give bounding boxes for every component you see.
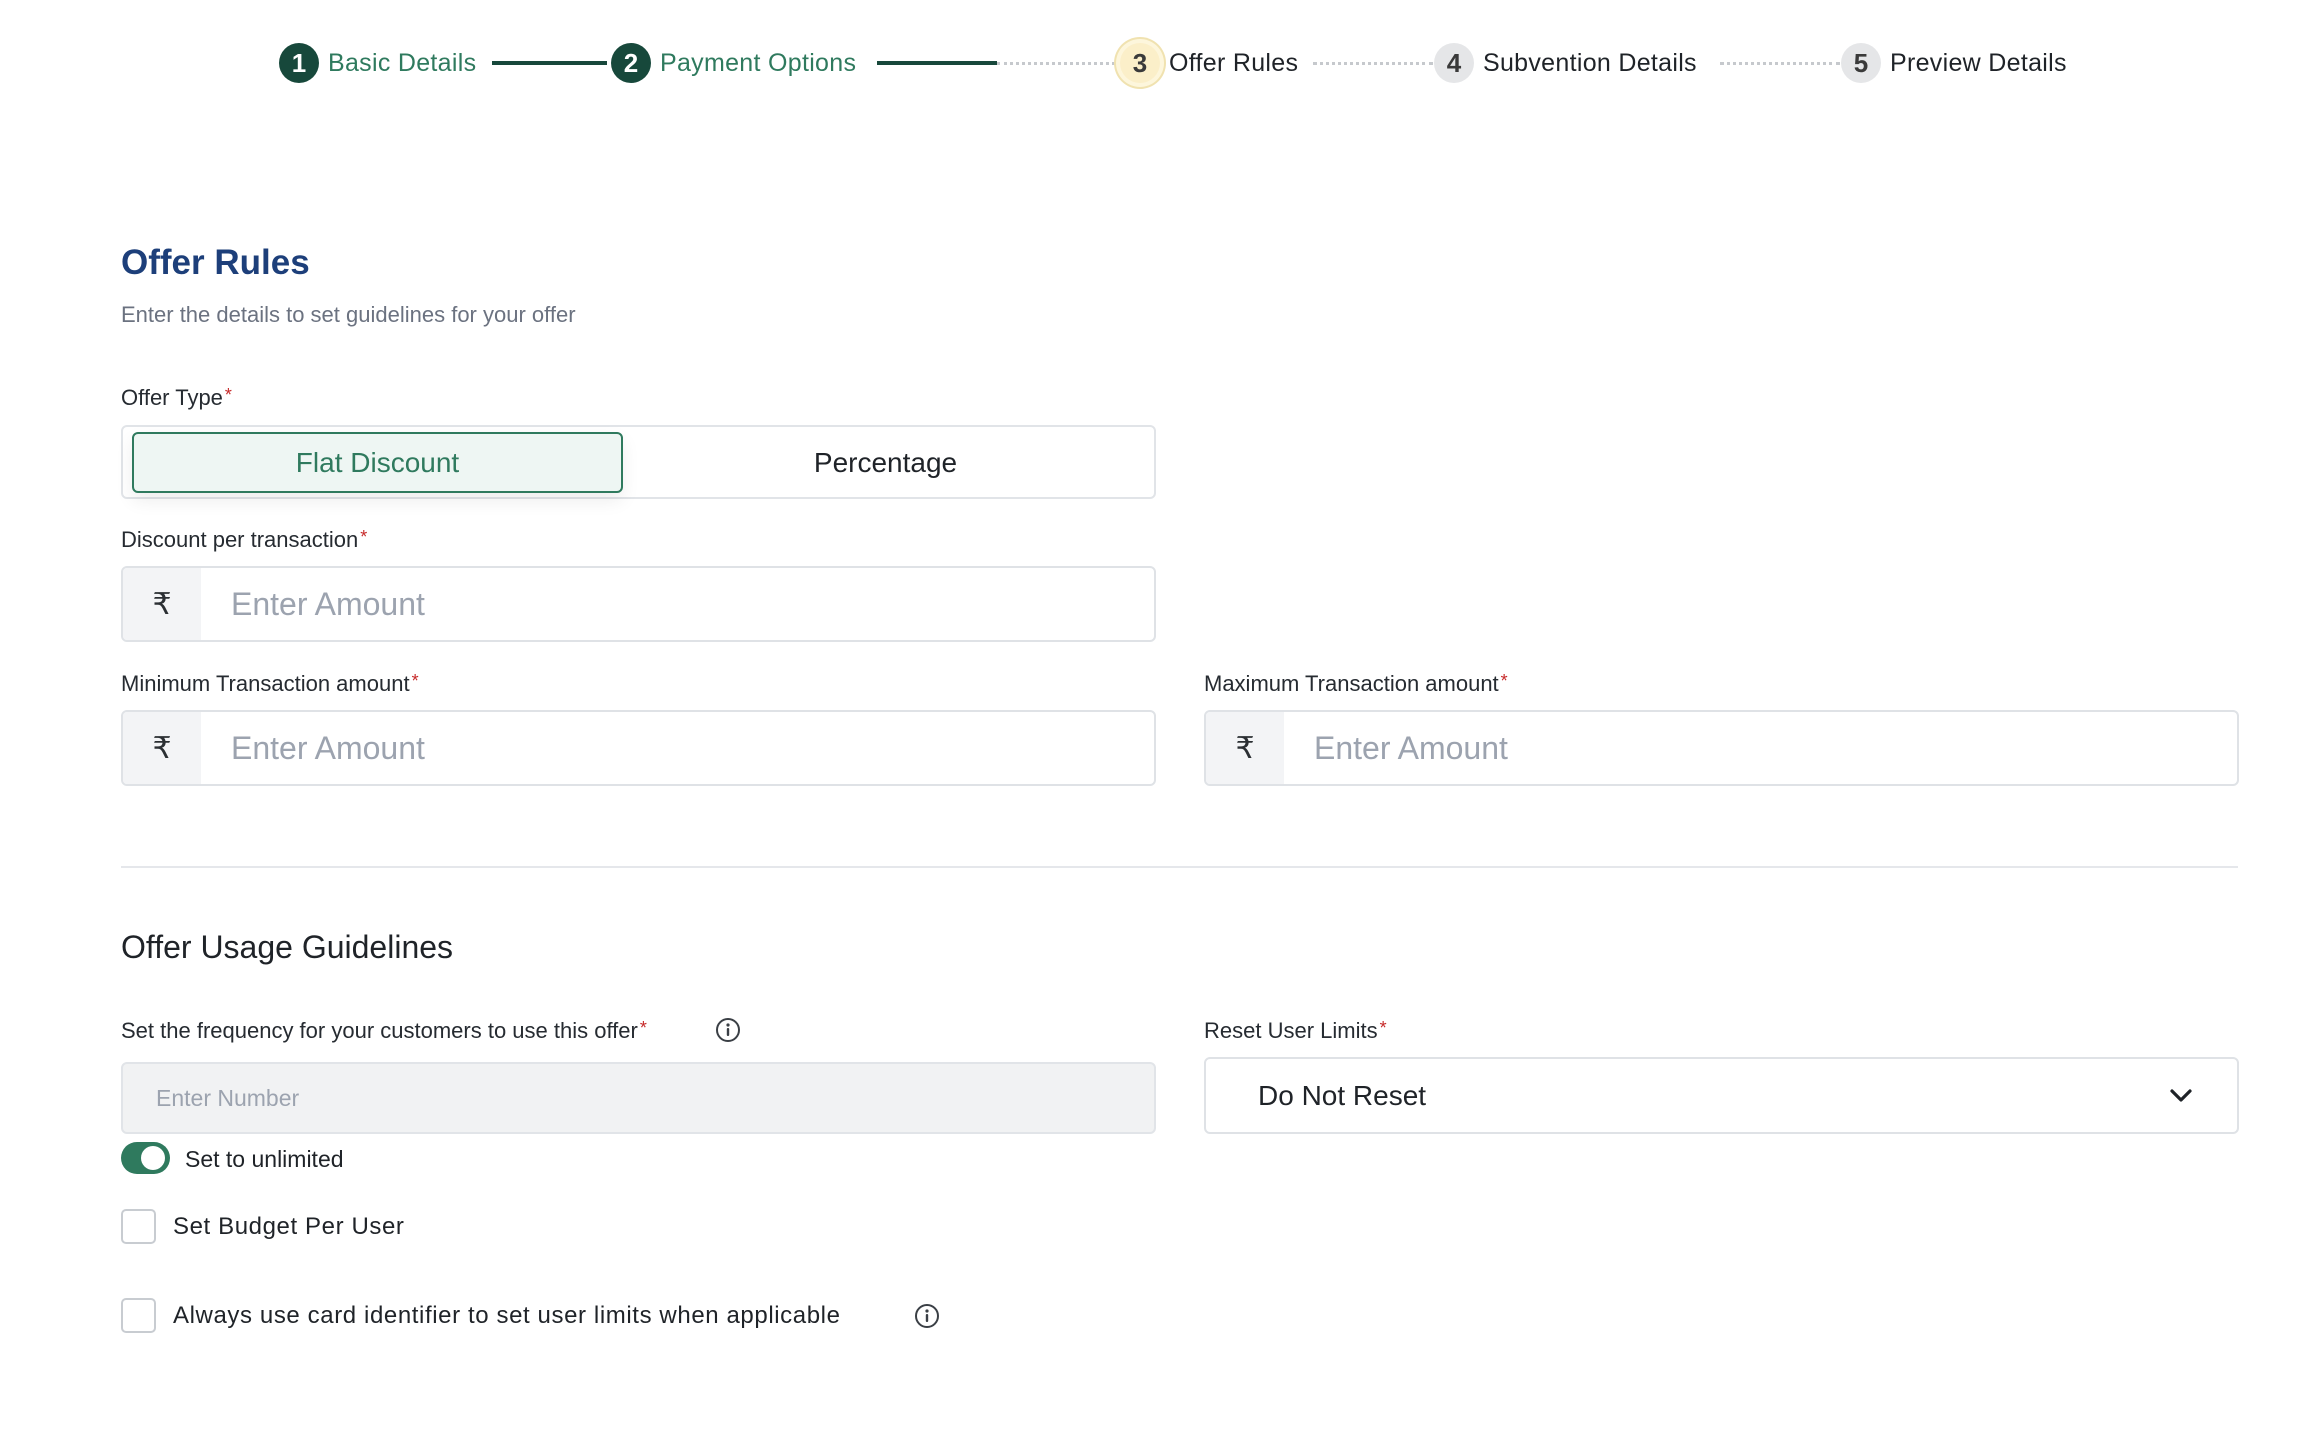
stepper-connector-2-3-pending (997, 62, 1115, 65)
required-mark: * (1500, 671, 1508, 691)
budget-per-user-label: Set Budget Per User (173, 1213, 405, 1240)
step-label: Payment Options (660, 48, 857, 77)
toggle-knob (141, 1146, 165, 1170)
frequency-label-text: Set the frequency for your customers to … (121, 1018, 638, 1043)
required-mark: * (639, 1018, 647, 1038)
required-mark: * (224, 385, 232, 405)
unlimited-toggle[interactable] (121, 1142, 170, 1174)
reset-limits-label: Reset User Limits * (1204, 1018, 1387, 1044)
page-subtitle: Enter the details to set guidelines for … (121, 302, 576, 327)
discount-amount-input[interactable] (201, 568, 1154, 640)
frequency-field (121, 1062, 1156, 1134)
step-subvention-details[interactable]: 4 Subvention Details (1434, 40, 1697, 86)
offer-type-label: Offer Type * (121, 385, 232, 411)
min-transaction-input[interactable] (201, 712, 1154, 784)
step-offer-rules[interactable]: 3 Offer Rules (1120, 40, 1298, 86)
stepper-connector-1-2 (492, 61, 607, 65)
frequency-info-icon[interactable] (715, 1017, 741, 1043)
stepper-connector-2-3-done (877, 61, 997, 65)
card-identifier-checkbox[interactable] (121, 1298, 156, 1333)
max-transaction-field: ₹ (1204, 710, 2239, 786)
max-transaction-input[interactable] (1284, 712, 2237, 784)
rupee-icon: ₹ (123, 712, 201, 784)
reset-limits-label-text: Reset User Limits (1204, 1018, 1378, 1043)
usage-guidelines-heading: Offer Usage Guidelines (121, 929, 454, 965)
stepper-connector-4-5 (1720, 62, 1840, 65)
frequency-input[interactable] (123, 1064, 1154, 1132)
budget-per-user-checkbox[interactable] (121, 1209, 156, 1244)
step-number: 3 (1120, 43, 1160, 83)
step-preview-details[interactable]: 5 Preview Details (1841, 40, 2067, 86)
chevron-down-icon (2170, 1088, 2192, 1102)
max-transaction-label: Maximum Transaction amount * (1204, 671, 1508, 697)
percentage-option[interactable]: Percentage (623, 432, 1148, 493)
card-identifier-label: Always use card identifier to set user l… (173, 1302, 841, 1329)
min-transaction-label-text: Minimum Transaction amount (121, 671, 410, 696)
flat-discount-option[interactable]: Flat Discount (132, 432, 623, 493)
card-identifier-info-icon[interactable] (914, 1303, 940, 1329)
step-label: Preview Details (1890, 48, 2067, 77)
rupee-icon: ₹ (123, 568, 201, 640)
stepper-connector-3-4 (1313, 62, 1433, 65)
progress-stepper: 1 Basic Details 2 Payment Options 3 Offe… (0, 0, 2298, 124)
section-divider (121, 866, 2238, 868)
step-number: 1 (279, 43, 319, 83)
step-label: Offer Rules (1169, 48, 1299, 77)
min-transaction-label: Minimum Transaction amount * (121, 671, 419, 697)
step-label: Basic Details (328, 48, 477, 77)
required-mark: * (1379, 1018, 1387, 1038)
discount-amount-field: ₹ (121, 566, 1156, 642)
step-basic-details[interactable]: 1 Basic Details (279, 40, 476, 86)
step-number: 4 (1434, 43, 1474, 83)
step-payment-options[interactable]: 2 Payment Options (611, 40, 856, 86)
step-number: 5 (1841, 43, 1881, 83)
offer-type-toggle: Flat Discount Percentage (121, 425, 1156, 499)
rupee-icon: ₹ (1206, 712, 1284, 784)
max-transaction-label-text: Maximum Transaction amount (1204, 671, 1499, 696)
required-mark: * (360, 527, 368, 547)
frequency-label: Set the frequency for your customers to … (121, 1018, 647, 1044)
page-title: Offer Rules (121, 243, 310, 282)
required-mark: * (411, 671, 419, 691)
step-number: 2 (611, 43, 651, 83)
min-transaction-field: ₹ (121, 710, 1156, 786)
reset-limits-value: Do Not Reset (1258, 1079, 1427, 1111)
discount-label-text: Discount per transaction (121, 527, 359, 552)
reset-limits-select[interactable]: Do Not Reset (1204, 1057, 2239, 1134)
offer-type-label-text: Offer Type (121, 385, 223, 410)
step-label: Subvention Details (1483, 48, 1697, 77)
discount-label: Discount per transaction * (121, 527, 367, 553)
unlimited-toggle-label: Set to unlimited (185, 1146, 344, 1172)
